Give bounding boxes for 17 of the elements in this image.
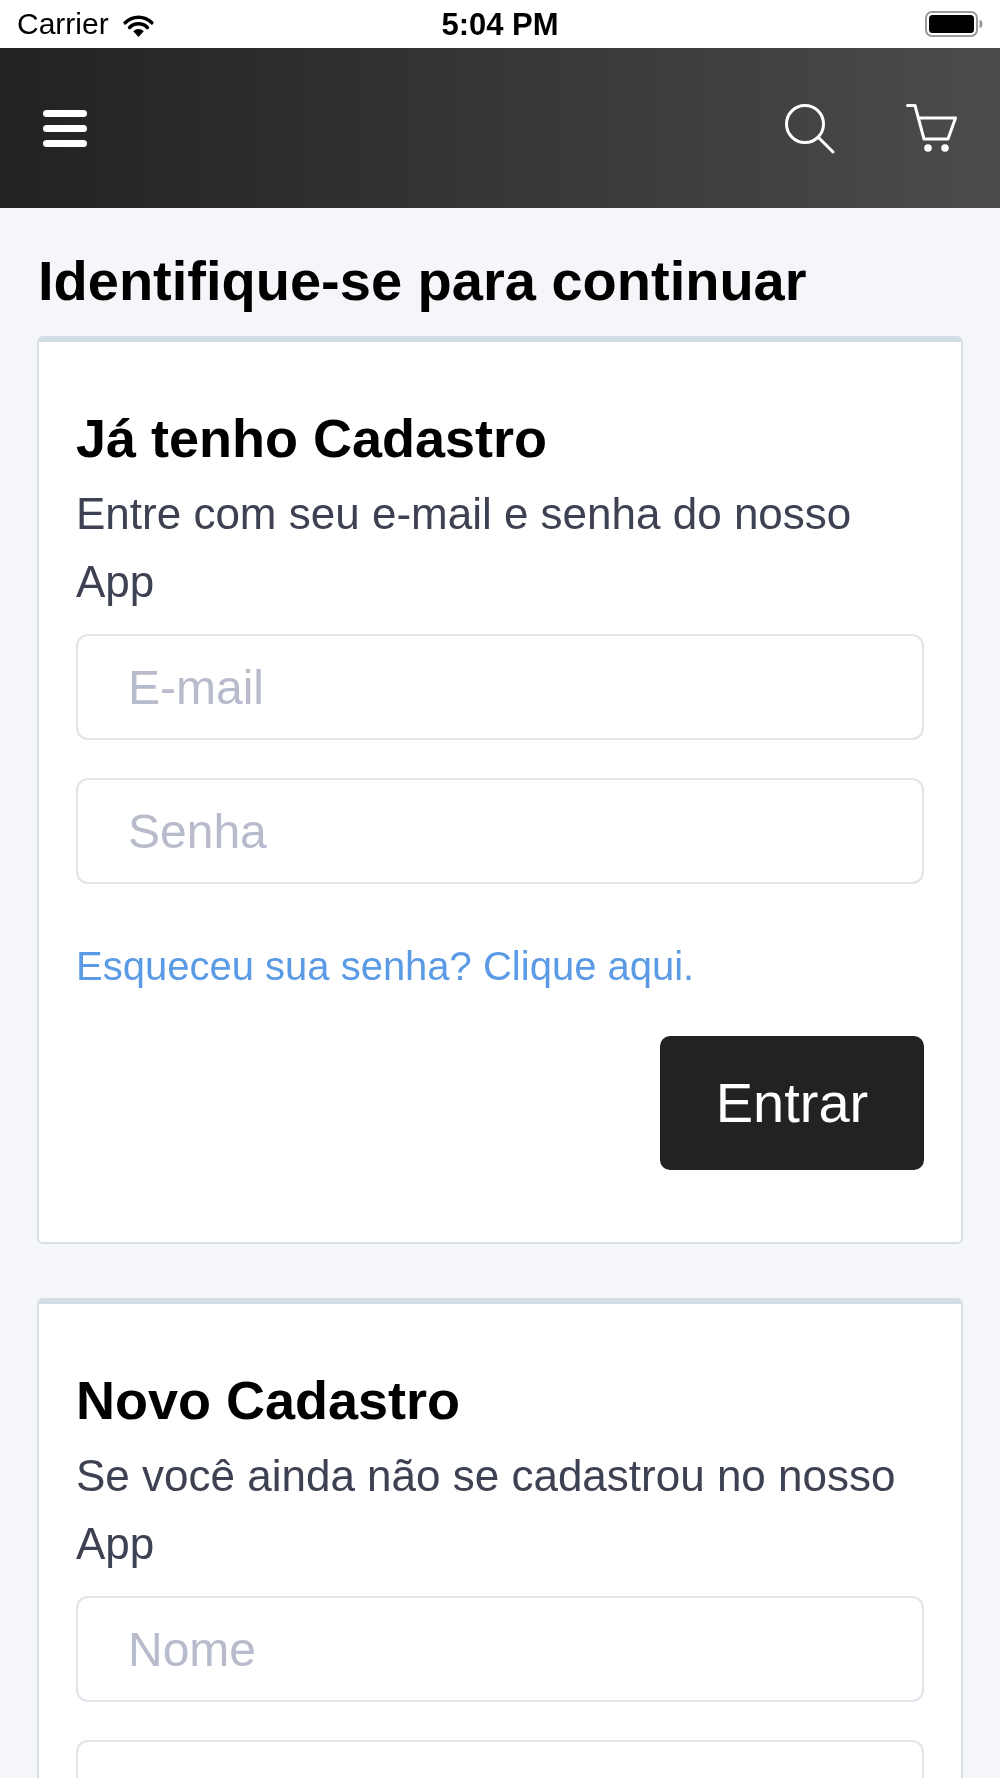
card-description: Se você ainda não se cadastrou no nosso App (76, 1450, 897, 1570)
cart-icon (906, 103, 957, 153)
menu-button[interactable] (43, 109, 87, 147)
input-field[interactable]: Nome (76, 1596, 924, 1702)
search-button[interactable] (784, 102, 835, 154)
clock-time: 5:04 PM (441, 8, 559, 40)
input-field[interactable]: Senha (76, 778, 924, 884)
battery-icon (925, 11, 983, 37)
card-title: Já tenho Cadastro (76, 411, 549, 465)
cart-button[interactable] (906, 103, 957, 153)
card-title: Novo Cadastro (76, 1373, 462, 1427)
input-field[interactable]: E-mail (76, 634, 924, 740)
carrier-label: Carrier (17, 9, 109, 39)
submit-button[interactable]: Entrar (660, 1036, 924, 1170)
search-icon (784, 102, 835, 154)
menu-icon (43, 109, 87, 147)
card-description: Entre com seu e-mail e senha do nosso App (76, 488, 853, 608)
